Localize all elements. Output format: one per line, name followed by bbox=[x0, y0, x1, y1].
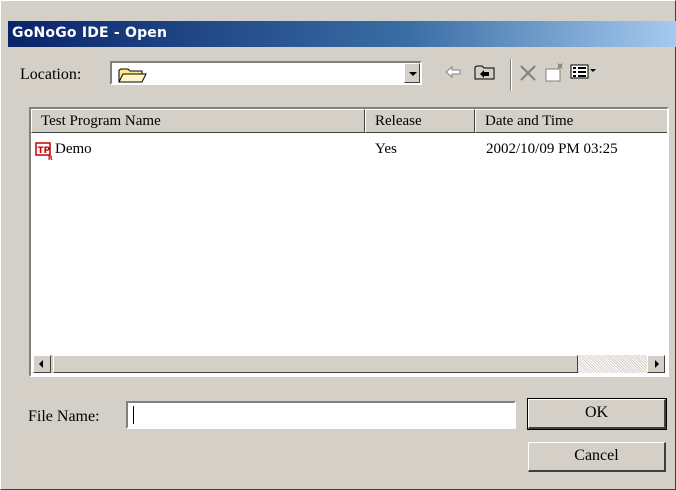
toolbar-separator bbox=[510, 59, 512, 91]
test-program-icon: TP R bbox=[35, 142, 53, 165]
open-dialog: GoNoGo IDE - Open Location: Test Program… bbox=[0, 0, 676, 490]
folder-icon bbox=[118, 66, 148, 89]
datetime-cell: 2002/10/09 PM 03:25 bbox=[486, 141, 618, 157]
horizontal-scrollbar[interactable] bbox=[33, 355, 665, 373]
file-name-cell: Demo bbox=[55, 141, 92, 157]
file-list[interactable]: Test Program Name Release Date and Time … bbox=[29, 107, 669, 377]
window-title: GoNoGo IDE - Open bbox=[12, 25, 168, 41]
delete-icon[interactable] bbox=[518, 63, 538, 88]
text-caret bbox=[133, 406, 134, 424]
file-name-label: File Name: bbox=[28, 408, 100, 425]
new-folder-icon[interactable] bbox=[544, 63, 566, 88]
location-label: Location: bbox=[20, 66, 82, 83]
up-folder-icon[interactable] bbox=[474, 63, 496, 86]
column-header-datetime[interactable]: Date and Time bbox=[475, 109, 667, 133]
column-header-release[interactable]: Release bbox=[365, 109, 475, 133]
ok-button[interactable]: OK bbox=[527, 398, 667, 430]
scroll-right-button[interactable] bbox=[647, 355, 665, 373]
back-arrow-icon[interactable] bbox=[444, 63, 462, 86]
location-dropdown-button[interactable] bbox=[404, 63, 420, 83]
title-bar[interactable]: GoNoGo IDE - Open bbox=[8, 21, 676, 47]
scroll-left-button[interactable] bbox=[33, 355, 51, 373]
column-header-name[interactable]: Test Program Name bbox=[31, 109, 365, 133]
view-menu-icon[interactable] bbox=[570, 63, 598, 86]
scroll-thumb[interactable] bbox=[53, 355, 578, 373]
scroll-track[interactable] bbox=[578, 355, 647, 373]
release-cell: Yes bbox=[375, 141, 397, 157]
cancel-button[interactable]: Cancel bbox=[528, 442, 666, 472]
location-combobox[interactable] bbox=[110, 61, 422, 85]
list-item[interactable]: TP R Demo Yes 2002/10/09 PM 03:25 bbox=[33, 139, 665, 162]
file-name-input[interactable] bbox=[126, 401, 516, 429]
location-toolbar: Location: bbox=[8, 59, 676, 91]
svg-text:R: R bbox=[48, 155, 53, 160]
